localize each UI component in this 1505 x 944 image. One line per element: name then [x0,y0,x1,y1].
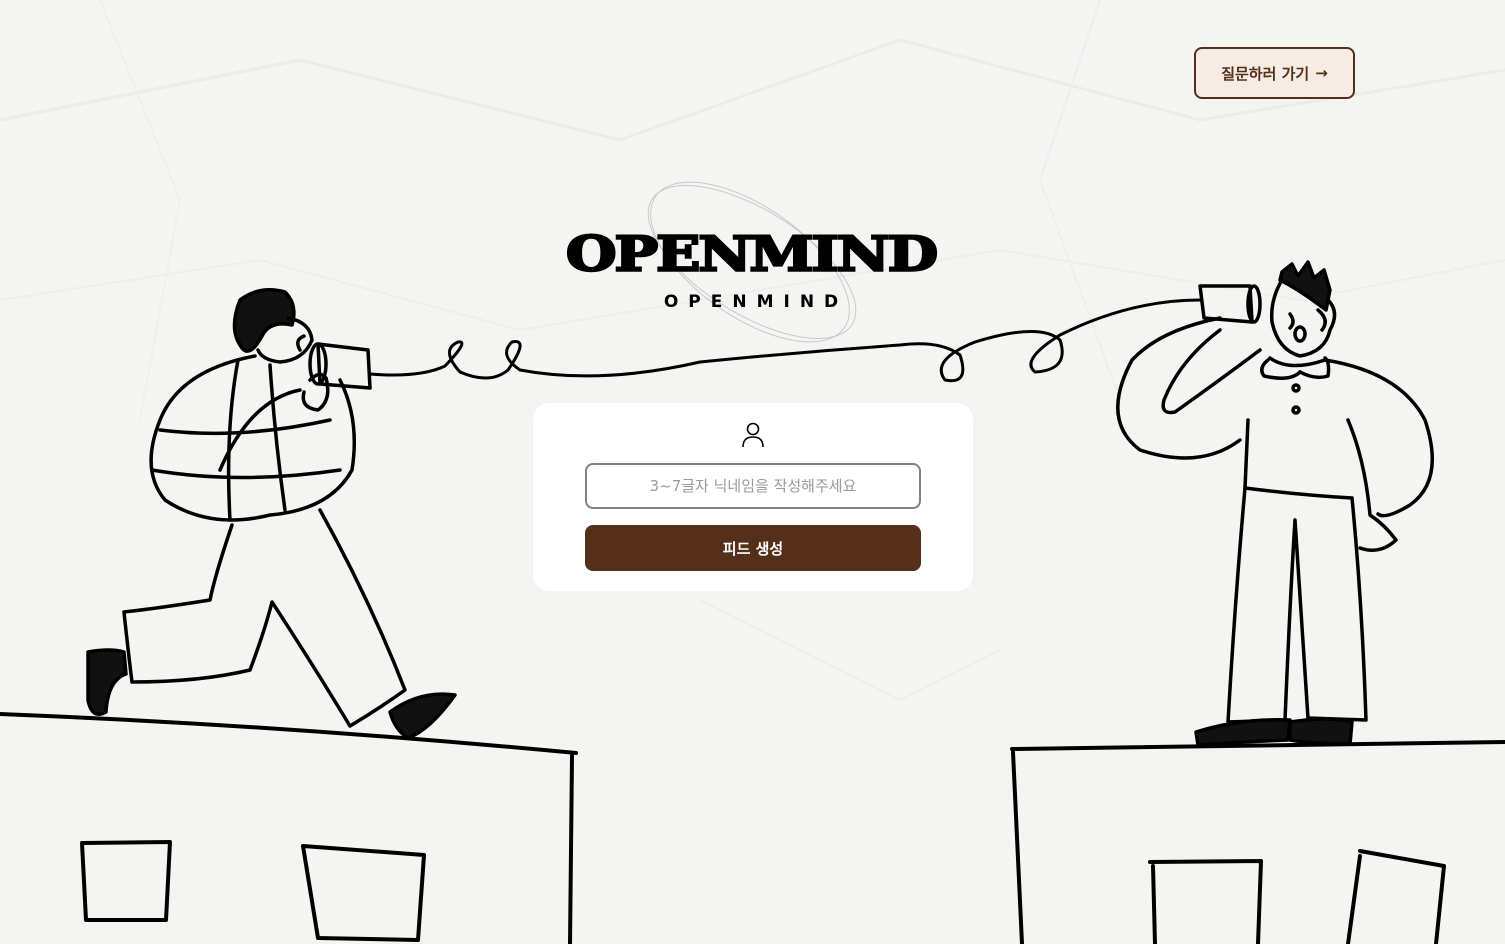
logo-subtext: OPENMIND [663,292,849,312]
right-building [1010,740,1505,944]
left-character [86,288,457,740]
logo-wordmark: OPENMIND [564,225,939,283]
left-building [0,712,578,944]
arrow-right-icon: → [1315,64,1328,82]
logo: OPENMIND OPENMIND [520,170,990,360]
create-feed-button[interactable]: 피드 생성 [585,525,921,571]
go-question-button[interactable]: 질문하러 가기 → [1194,47,1355,99]
right-character [1116,260,1434,747]
feed-create-card: 피드 생성 [533,403,973,591]
user-icon [742,422,764,448]
go-question-label: 질문하러 가기 [1221,64,1310,83]
nickname-input[interactable] [585,463,921,509]
